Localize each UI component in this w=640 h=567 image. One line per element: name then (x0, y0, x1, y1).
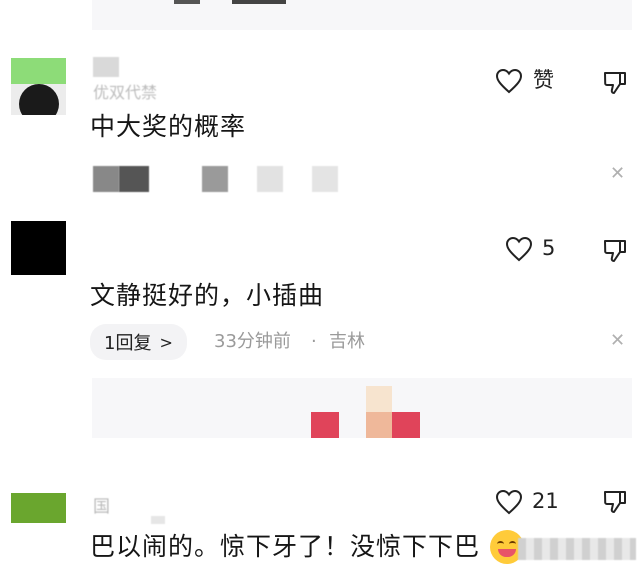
like-button[interactable]: 5 (505, 235, 565, 263)
like-button[interactable]: 赞 (495, 67, 565, 95)
dislike-icon[interactable] (602, 489, 628, 515)
username-blurred[interactable]: 优双代禁 (93, 57, 183, 102)
like-count: 5 (542, 236, 556, 260)
like-label: 赞 (533, 68, 554, 92)
heart-icon (495, 68, 523, 94)
meta-separator: · (311, 331, 317, 352)
username-blurred[interactable]: 国 (93, 492, 173, 524)
previous-comment-images (92, 0, 632, 30)
comment-text: 巴以闹的。惊下牙了！没惊下下巴 (90, 532, 481, 561)
like-button[interactable]: 21 (495, 488, 565, 516)
comment-text: 文静挺好的，小插曲 (90, 281, 325, 310)
blurred-image-band (92, 378, 632, 438)
blurred-image-strip (518, 538, 636, 560)
comment-text: 中大奖的概率 (90, 112, 247, 141)
avatar[interactable] (11, 58, 66, 115)
like-count: 21 (532, 489, 559, 513)
comment-location: 吉林 (329, 331, 365, 352)
replies-label: 1回复 (104, 333, 152, 354)
heart-icon (505, 236, 533, 262)
chevron-right-icon: > (159, 332, 173, 352)
username: 优双代禁 (93, 83, 158, 102)
avatar[interactable] (11, 221, 66, 275)
heart-icon (495, 489, 523, 515)
close-icon[interactable]: ✕ (610, 164, 625, 184)
dislike-icon[interactable] (602, 238, 628, 264)
username: 国 (93, 497, 110, 517)
comment-time: 33分钟前 (214, 331, 291, 352)
close-icon[interactable]: ✕ (610, 331, 625, 351)
dislike-icon[interactable] (602, 70, 628, 96)
avatar[interactable] (11, 493, 66, 523)
replies-button[interactable]: 1回复 > (90, 324, 187, 360)
